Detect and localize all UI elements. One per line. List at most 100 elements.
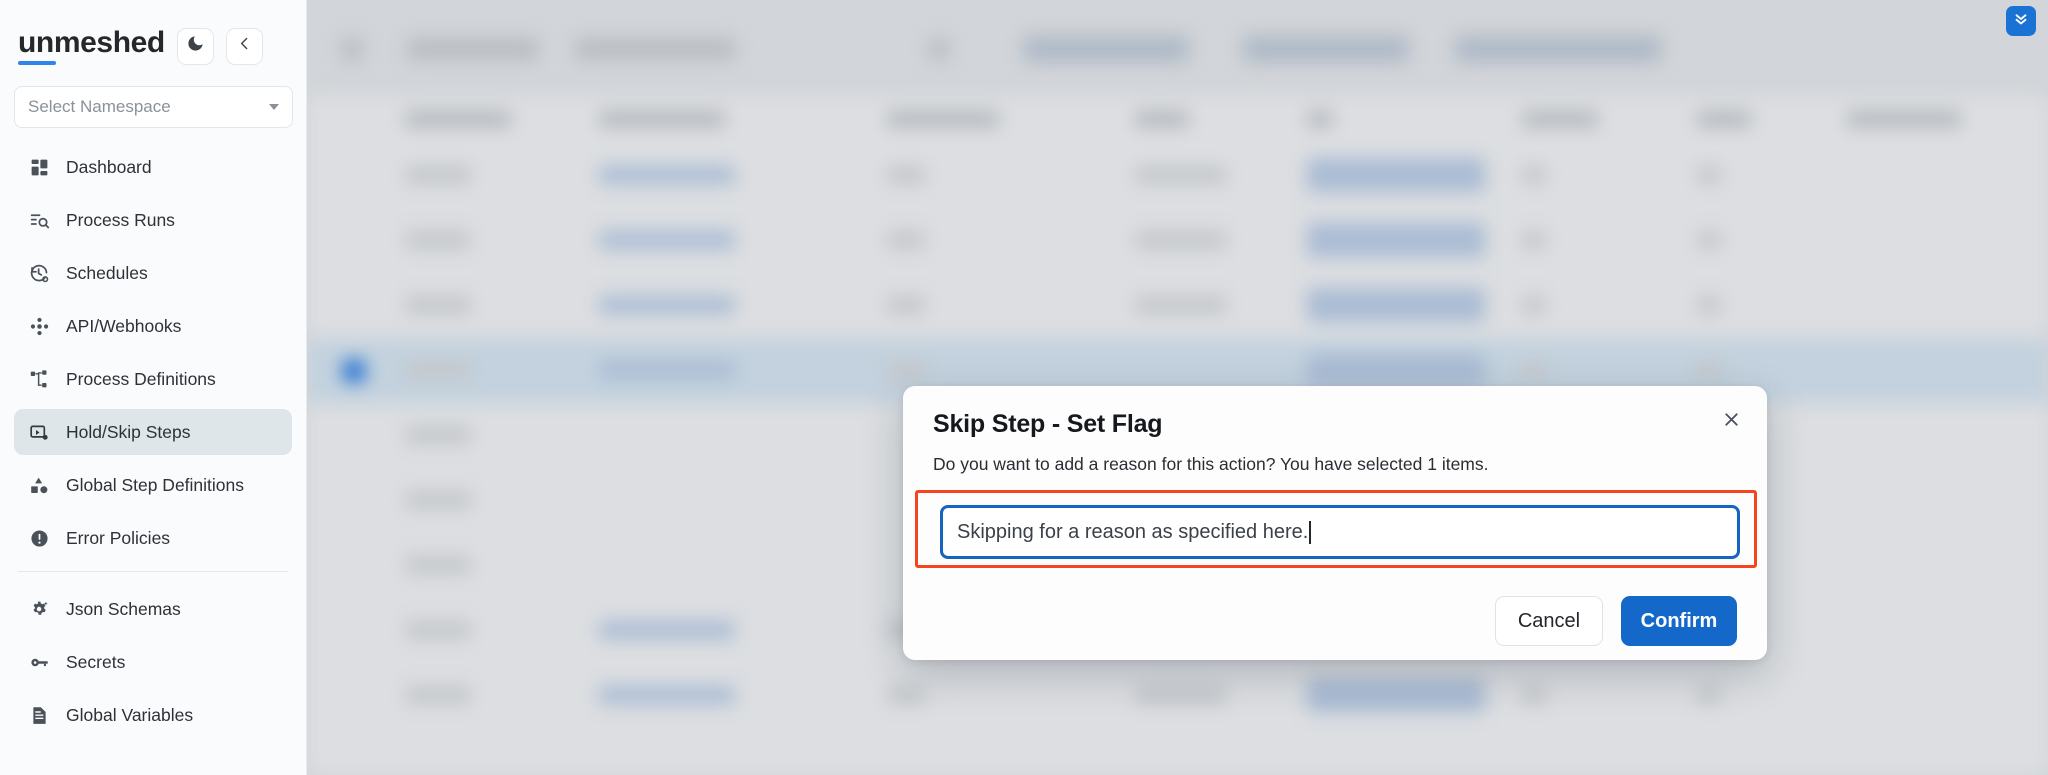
theme-toggle-button[interactable] xyxy=(177,28,214,65)
cell-text xyxy=(1697,296,1721,314)
alert-circle-icon xyxy=(28,527,50,549)
cell-text xyxy=(405,556,471,574)
cell-link[interactable] xyxy=(1307,288,1485,322)
list-search-icon xyxy=(28,209,50,231)
sidebar-item-label: Error Policies xyxy=(66,528,170,549)
column-header[interactable] xyxy=(1135,111,1189,127)
column-header[interactable] xyxy=(1847,111,1961,127)
modal-title: Skip Step - Set Flag xyxy=(933,410,1162,439)
cell-link[interactable] xyxy=(599,296,735,314)
double-chevron-down-icon xyxy=(2012,10,2030,33)
sidebar-item-error-policies[interactable]: Error Policies xyxy=(14,515,292,561)
column-header[interactable] xyxy=(1697,111,1751,127)
cell-text xyxy=(1522,296,1546,314)
sidebar-divider xyxy=(18,571,288,572)
chevron-left-icon xyxy=(236,35,253,57)
row-checkbox[interactable] xyxy=(343,360,365,382)
document-icon xyxy=(28,704,50,726)
cancel-button[interactable]: Cancel xyxy=(1495,596,1603,646)
table-row[interactable] xyxy=(307,209,2048,274)
cell-text xyxy=(1697,166,1721,184)
cell-text xyxy=(887,361,925,379)
nodes-diamond-icon xyxy=(28,315,50,337)
text-cursor xyxy=(1309,521,1311,544)
modal-description: Do you want to add a reason for this act… xyxy=(933,454,1489,475)
column-header[interactable] xyxy=(599,111,725,127)
sidebar-item-label: Process Definitions xyxy=(66,369,216,390)
sidebar-collapse-button[interactable] xyxy=(226,28,263,65)
sidebar-item-api-webhooks[interactable]: API/Webhooks xyxy=(14,303,292,349)
cell-text xyxy=(405,686,471,704)
sidebar-item-label: Global Variables xyxy=(66,705,193,726)
column-header[interactable] xyxy=(887,111,999,127)
clock-gear-icon xyxy=(28,262,50,284)
cell-text xyxy=(405,491,471,509)
cell-text xyxy=(405,166,471,184)
cell-link[interactable] xyxy=(599,621,735,639)
table-row[interactable] xyxy=(307,664,2048,729)
namespace-select[interactable]: Select Namespace xyxy=(14,86,293,128)
column-header[interactable] xyxy=(1522,111,1598,127)
sidebar-item-label: Hold/Skip Steps xyxy=(66,422,191,443)
reason-input[interactable]: Skipping for a reason as specified here. xyxy=(940,505,1740,559)
table-row[interactable] xyxy=(307,274,2048,339)
cell-link[interactable] xyxy=(599,686,735,704)
column-header[interactable] xyxy=(1307,111,1333,127)
confirm-button[interactable]: Confirm xyxy=(1621,596,1737,646)
cell-link[interactable] xyxy=(599,361,735,379)
cell-text xyxy=(405,361,471,379)
scroll-to-bottom-button[interactable] xyxy=(2006,6,2036,36)
skip-step-modal: Skip Step - Set Flag Do you want to add … xyxy=(903,386,1767,660)
cell-link[interactable] xyxy=(599,166,735,184)
toolbar-action-placeholder[interactable] xyxy=(1243,36,1409,62)
toolbar-filter-placeholder[interactable] xyxy=(407,38,539,60)
namespace-select-label: Select Namespace xyxy=(28,97,171,117)
reason-input-value: Skipping for a reason as specified here. xyxy=(957,521,1308,544)
column-header[interactable] xyxy=(405,111,511,127)
toolbar-filter-placeholder[interactable] xyxy=(575,38,735,60)
sidebar-item-label: Global Step Definitions xyxy=(66,475,244,496)
sidebar-item-global-step-definitions[interactable]: Global Step Definitions xyxy=(14,462,292,508)
cell-text xyxy=(1522,686,1546,704)
cell-text xyxy=(887,231,925,249)
cell-link[interactable] xyxy=(1307,158,1485,192)
sitemap-icon xyxy=(28,368,50,390)
sidebar-item-label: Secrets xyxy=(66,652,125,673)
cell-text xyxy=(1697,231,1721,249)
modal-footer: Cancel Confirm xyxy=(903,582,1767,660)
cell-text xyxy=(405,296,471,314)
sidebar-item-label: Json Schemas xyxy=(66,599,181,620)
cell-text xyxy=(1697,686,1721,704)
sidebar-item-schedules[interactable]: Schedules xyxy=(14,250,292,296)
toolbar-action-placeholder[interactable] xyxy=(1023,36,1189,62)
toolbar-icon-placeholder[interactable] xyxy=(341,38,363,60)
sidebar-item-json-schemas[interactable]: Json Schemas xyxy=(14,586,292,632)
cell-text xyxy=(405,426,471,444)
sidebar-item-secrets[interactable]: Secrets xyxy=(14,639,292,685)
cell-text xyxy=(1135,296,1227,314)
cell-link[interactable] xyxy=(1307,678,1485,712)
modal-close-button[interactable] xyxy=(1717,408,1745,436)
cell-link[interactable] xyxy=(1307,223,1485,257)
sidebar-item-label: Dashboard xyxy=(66,157,152,178)
cell-link[interactable] xyxy=(599,231,735,249)
app-root: unmeshed Select Namespace Dashboar xyxy=(0,0,2048,775)
play-frame-gear-icon xyxy=(28,421,50,443)
sidebar-item-process-definitions[interactable]: Process Definitions xyxy=(14,356,292,402)
sidebar-header: unmeshed xyxy=(14,0,292,72)
toolbar-action-placeholder[interactable] xyxy=(1455,36,1661,62)
sidebar-item-process-runs[interactable]: Process Runs xyxy=(14,197,292,243)
cell-text xyxy=(1697,361,1721,379)
sidebar-item-global-variables[interactable]: Global Variables xyxy=(14,692,292,738)
cell-text xyxy=(1135,166,1227,184)
sidebar-nav: Dashboard Process Runs Schedules API/Web… xyxy=(14,144,292,738)
table-row[interactable] xyxy=(307,144,2048,209)
brand-logo[interactable]: unmeshed xyxy=(18,28,165,65)
cell-link[interactable] xyxy=(1307,353,1485,387)
toolbar-icon-placeholder[interactable] xyxy=(929,38,949,60)
gear-sparkle-icon xyxy=(28,598,50,620)
cell-text xyxy=(1135,231,1227,249)
cell-text xyxy=(1522,231,1546,249)
sidebar-item-dashboard[interactable]: Dashboard xyxy=(14,144,292,190)
sidebar-item-hold-skip-steps[interactable]: Hold/Skip Steps xyxy=(14,409,292,455)
